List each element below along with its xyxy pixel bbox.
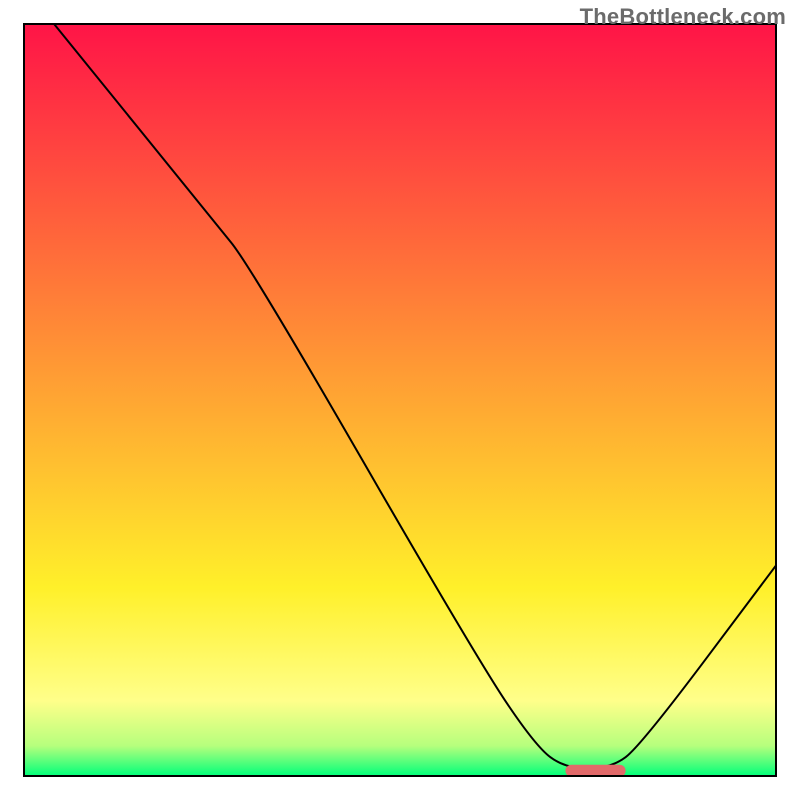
bottleneck-chart: TheBottleneck.com <box>0 0 800 800</box>
chart-svg <box>0 0 800 800</box>
sweet-spot-marker <box>565 765 625 777</box>
watermark-text: TheBottleneck.com <box>580 4 786 30</box>
gradient-background <box>24 24 776 776</box>
